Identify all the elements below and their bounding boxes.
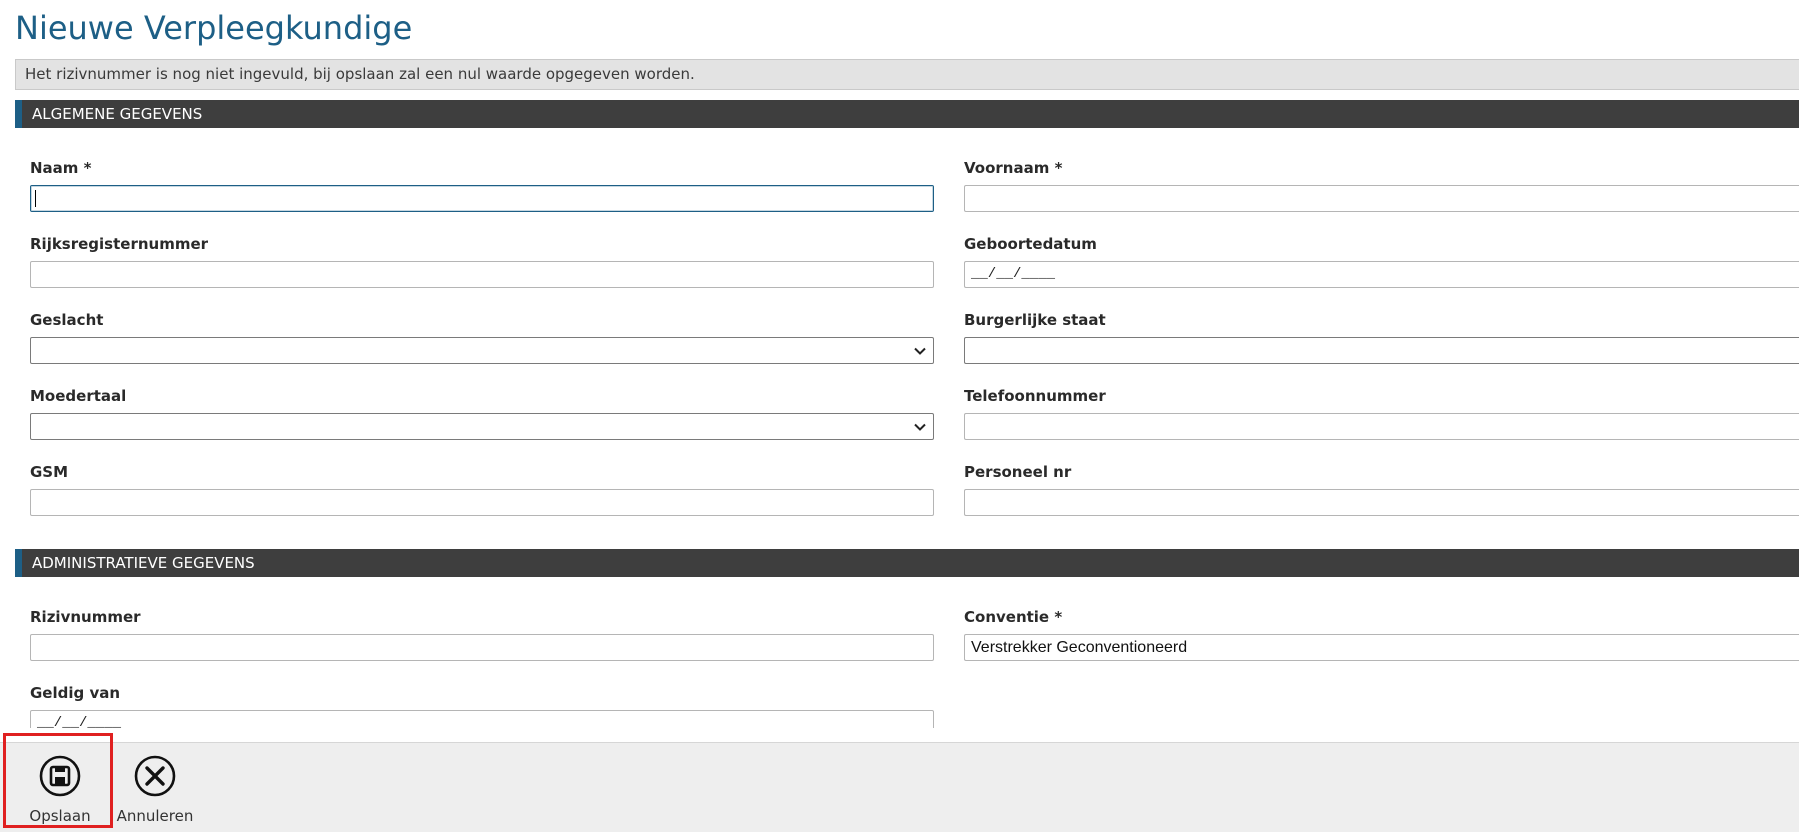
geslacht-label: Geslacht [30, 311, 104, 329]
text-caret [35, 190, 36, 207]
geldig-van-label: Geldig van [30, 684, 121, 702]
moedertaal-label: Moedertaal [30, 387, 127, 405]
close-circle-icon [134, 755, 176, 797]
geboortedatum-input[interactable]: __/__/____ [964, 261, 1799, 288]
moedertaal-select[interactable] [30, 413, 934, 440]
conventie-select[interactable]: Verstrekker Geconventioneerd [964, 634, 1799, 661]
conventie-label: Conventie * [964, 608, 1063, 626]
chevron-down-icon [914, 347, 926, 355]
geboortedatum-label: Geboortedatum [964, 235, 1097, 253]
geldig-van-input[interactable]: __/__/____ [30, 710, 934, 728]
cancel-button[interactable]: Annuleren [115, 743, 195, 832]
telefoonnummer-label: Telefoonnummer [964, 387, 1106, 405]
gsm-input[interactable] [30, 489, 934, 516]
form-content: Nieuwe Verpleegkundige Het rizivnummer i… [0, 0, 1799, 728]
personeel-nr-input[interactable] [964, 489, 1799, 516]
rijksregisternummer-label: Rijksregisternummer [30, 235, 209, 253]
burgerlijke-staat-label: Burgerlijke staat [964, 311, 1106, 329]
rizivnummer-input[interactable] [30, 634, 934, 661]
voornaam-label: Voornaam * [964, 159, 1063, 177]
cancel-button-label: Annuleren [116, 807, 194, 825]
section-header-general: ALGEMENE GEGEVENS [15, 100, 1799, 128]
gsm-label: GSM [30, 463, 69, 481]
rizivnummer-label: Rizivnummer [30, 608, 141, 626]
floppy-disk-icon [39, 755, 81, 797]
telefoonnummer-input[interactable] [964, 413, 1799, 440]
page: Nieuwe Verpleegkundige Het rizivnummer i… [0, 0, 1799, 832]
naam-label: Naam * [30, 159, 92, 177]
save-button[interactable]: Opslaan [15, 743, 105, 832]
section-header-administrative: ADMINISTRATIEVE GEGEVENS [15, 549, 1799, 577]
geslacht-select[interactable] [30, 337, 934, 364]
burgerlijke-staat-select[interactable] [964, 337, 1799, 364]
personeel-nr-label: Personeel nr [964, 463, 1072, 481]
rizivnummer-notice: Het rizivnummer is nog niet ingevuld, bi… [15, 59, 1799, 90]
rijksregisternummer-input[interactable] [30, 261, 934, 288]
voornaam-input[interactable] [964, 185, 1799, 212]
action-toolbar: Opslaan Annuleren [0, 742, 1799, 832]
naam-input[interactable] [30, 185, 934, 212]
save-button-label: Opslaan [29, 807, 91, 825]
chevron-down-icon [914, 423, 926, 431]
page-title: Nieuwe Verpleegkundige [15, 9, 413, 47]
